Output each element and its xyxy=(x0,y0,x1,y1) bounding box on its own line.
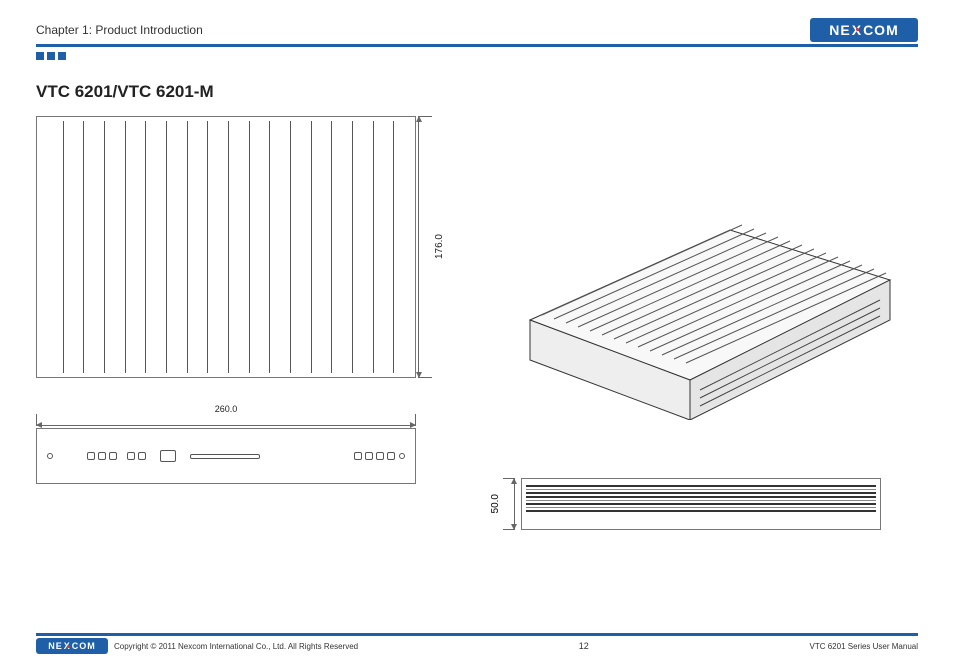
chapter-label: Chapter 1: Product Introduction xyxy=(36,23,203,37)
dimension-depth-value: 50.0 xyxy=(490,494,501,513)
footer-copyright: Copyright © 2011 Nexcom International Co… xyxy=(114,642,358,651)
dimension-width: 260.0 xyxy=(36,404,416,426)
brand-logo: NEXCOM xyxy=(810,18,918,42)
header-accent-squares xyxy=(36,52,918,60)
side-view-drawing xyxy=(521,478,881,530)
dimension-height-value: 176.0 xyxy=(434,234,445,259)
dimension-depth: 50.0 xyxy=(490,478,515,530)
dimension-height: 176.0 xyxy=(416,116,445,378)
dimension-width-value: 260.0 xyxy=(36,404,416,414)
footer-brand-logo: NEXCOM xyxy=(36,638,108,654)
footer-page-number: 12 xyxy=(358,641,809,651)
footer-rule xyxy=(36,633,918,636)
front-view-drawing xyxy=(36,428,416,484)
isometric-view-drawing xyxy=(490,120,900,420)
top-view-drawing xyxy=(36,116,416,378)
footer-doc-title: VTC 6201 Series User Manual xyxy=(810,642,919,651)
header-rule xyxy=(36,44,918,47)
section-title: VTC 6201/VTC 6201-M xyxy=(36,82,918,102)
